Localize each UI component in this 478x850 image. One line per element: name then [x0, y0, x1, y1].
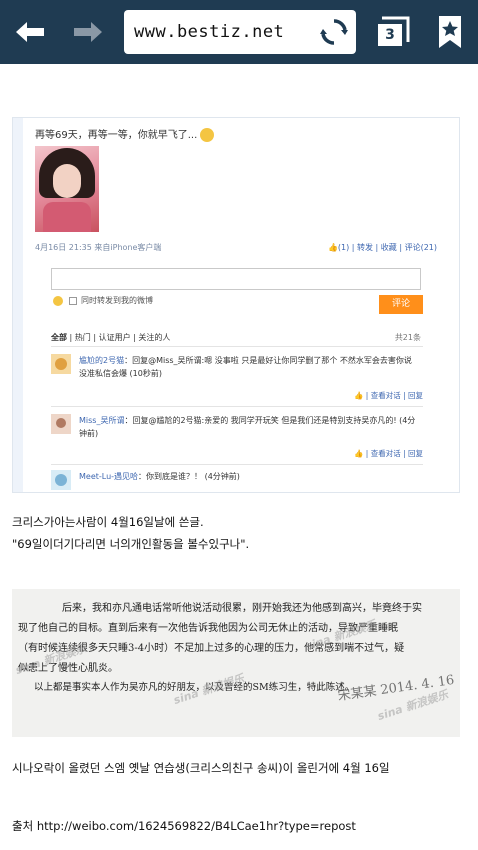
smiley-icon [200, 128, 215, 142]
comment-author: Meet-Lu-遇见哈 [79, 472, 139, 481]
weibo-post-meta: 4月16日 21:35 来自iPhone客户端 [35, 243, 162, 252]
emoji-icon [53, 296, 63, 306]
comment-item: Meet-Lu-遇见哈：你到底是谁？！ (4分钟前) [51, 470, 423, 490]
arrow-right-icon [74, 22, 102, 42]
comment-item: Miss_吴所谓：回复@尴尬的2号猫:亲爱的 我同学开玩笑 但是我们还是特别支持… [51, 414, 423, 462]
filter-verified: 认证用户 [98, 333, 131, 342]
comment-total: 共21条 [394, 333, 421, 342]
description-line-3: 시나오락이 올렸던 스엠 옛날 연습생(크리스의친구 송씨)이 올린거에 4월 … [12, 761, 390, 775]
comment-ops: 👍 | 查看对话 | 回复 [354, 449, 423, 458]
reload-button[interactable] [318, 16, 350, 48]
comment-input [51, 268, 421, 290]
comment-body: ：回复@Miss_吴所谓:嗯 没事啦 只是最好让你同学删了那个 不然水军会去害你… [79, 356, 412, 378]
letter-line: 后来，我和亦凡通电话常听他说活动很累，刚开始我还为他感到高兴，毕竟终于实 [62, 603, 422, 614]
comment-submit-button: 评论 [379, 295, 423, 314]
description-line-2: "69일이더기다리면 너의개인활동을 볼수있구나". [12, 537, 250, 551]
divider [51, 464, 423, 465]
handwritten-letter-image: 后来，我和亦凡通电话常听他说活动很累，刚开始我还为他感到高兴，毕竟终于实 现了他… [12, 589, 460, 737]
weibo-post-text: 再等69天，再等一等，你就早飞了... [35, 126, 215, 142]
address-bar[interactable]: www.bestiz.net [124, 10, 356, 54]
arrow-left-icon [16, 22, 44, 42]
browser-toolbar: www.bestiz.net 3 [0, 0, 478, 64]
divider [51, 346, 423, 347]
forward-checkbox-label: 同时转发到我的微博 [81, 296, 153, 305]
comment-ops: 👍 | 查看对话 | 回复 [354, 391, 423, 400]
weibo-post-actions: 👍(1) | 转发 | 收藏 | 评论(21) [327, 243, 437, 252]
avatar [51, 414, 71, 434]
filter-hot: 热门 [74, 333, 91, 342]
bookmark-star-icon [439, 16, 461, 48]
forward-button[interactable] [70, 14, 106, 50]
comment-filters: 全部 | 热门 | 认证用户 | 关注的人 [51, 333, 171, 342]
source-link[interactable]: 출처 http://weibo.com/1624569822/B4LCae1hr… [12, 818, 356, 834]
tab-count: 3 [378, 24, 402, 46]
url-text: www.bestiz.net [134, 22, 285, 42]
weibo-side-strip [13, 118, 23, 492]
filter-all: 全部 [51, 333, 67, 342]
back-button[interactable] [12, 14, 48, 50]
divider [51, 406, 423, 407]
comment-author: 尴尬的2号猫 [79, 356, 125, 365]
avatar [51, 354, 71, 374]
forward-checkbox [69, 297, 77, 305]
description-line-1: 크리스가아는사람이 4월16일날에 쓴글. [12, 515, 204, 529]
comment-body: ：回复@尴尬的2号猫:亲爱的 我同学开玩笑 但是我们还是特别支持吴亦凡的! (4… [79, 416, 416, 438]
avatar [51, 470, 71, 490]
filter-following: 关注的人 [138, 333, 171, 342]
reload-icon [320, 19, 348, 45]
comment-item: 尴尬的2号猫：回复@Miss_吴所谓:嗯 没事啦 只是最好让你同学删了那个 不然… [51, 354, 423, 402]
weibo-post-photo [35, 146, 99, 232]
weibo-screenshot: 再等69天，再等一等，你就早飞了... 4月16日 21:35 来自iPhone… [12, 117, 460, 493]
bookmark-button[interactable] [434, 14, 466, 50]
comment-author: Miss_吴所谓 [79, 416, 125, 425]
comment-body: ：你到底是谁？！ (4分钟前) [138, 472, 240, 481]
tabs-button[interactable]: 3 [372, 12, 412, 52]
